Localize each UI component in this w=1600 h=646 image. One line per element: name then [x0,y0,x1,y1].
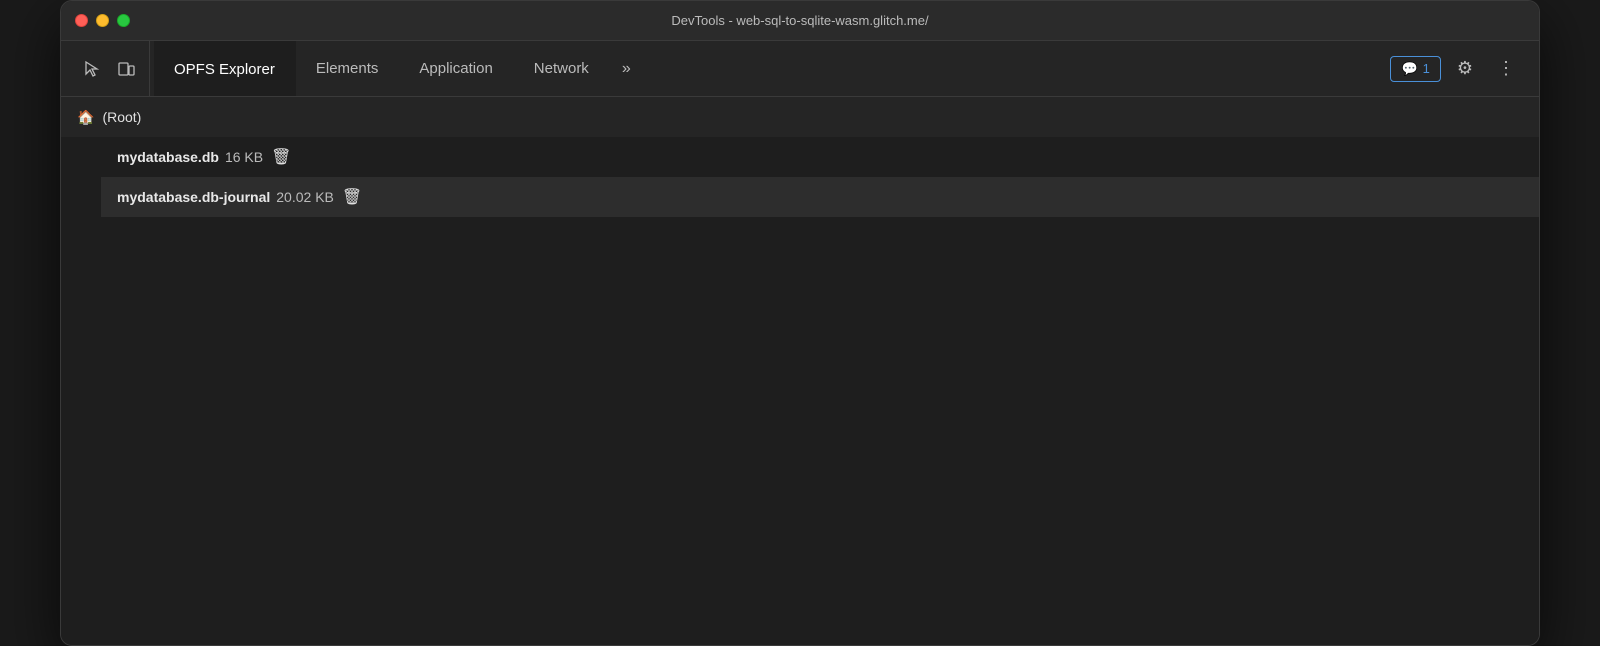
more-options-button[interactable]: ⋮ [1489,52,1523,85]
close-button[interactable] [75,14,88,27]
device-toggle-button[interactable] [111,54,141,84]
file-tree: 🏠 (Root) mydatabase.db 16 KB 🗑 mydatabas… [61,97,1539,217]
title-bar: DevTools - web-sql-to-sqlite-wasm.glitch… [61,1,1539,41]
toolbar-right-controls: 💬 1 ⚙ ⋮ [1390,52,1531,85]
window-title: DevTools - web-sql-to-sqlite-wasm.glitch… [671,13,928,28]
root-folder-icon: 🏠 [77,109,94,126]
tab-opfs-explorer[interactable]: OPFS Explorer [154,41,296,96]
chat-icon: 💬 [1401,61,1417,77]
device-icon [117,60,135,78]
content-area: 🏠 (Root) mydatabase.db 16 KB 🗑 mydatabas… [61,97,1539,645]
tab-application[interactable]: Application [399,41,513,96]
tab-elements[interactable]: Elements [296,41,400,96]
inspect-element-button[interactable] [77,54,107,84]
file-name: mydatabase.db-journal [117,189,270,205]
list-item[interactable]: mydatabase.db-journal 20.02 KB 🗑 [101,177,1539,217]
gear-icon: ⚙ [1457,58,1473,78]
file-name: mydatabase.db [117,149,219,165]
settings-button[interactable]: ⚙ [1449,52,1481,85]
tab-network[interactable]: Network [514,41,610,96]
root-label: (Root) [102,109,141,125]
toolbar-icon-group [69,41,150,96]
devtools-window: DevTools - web-sql-to-sqlite-wasm.glitch… [60,0,1540,646]
more-tabs-button[interactable]: » [610,41,643,96]
minimize-button[interactable] [96,14,109,27]
toolbar: OPFS Explorer Elements Application Netwo… [61,41,1539,97]
traffic-lights [75,14,130,27]
file-size: 20.02 KB [276,189,334,205]
tree-root-row[interactable]: 🏠 (Root) [61,97,1539,137]
maximize-button[interactable] [117,14,130,27]
cursor-icon [83,60,101,78]
delete-file-icon[interactable]: 🗑 [271,147,291,167]
more-icon: ⋮ [1497,58,1515,78]
notifications-button[interactable]: 💬 1 [1390,56,1440,82]
file-size: 16 KB [225,149,263,165]
tab-list: OPFS Explorer Elements Application Netwo… [154,41,1390,96]
list-item[interactable]: mydatabase.db 16 KB 🗑 [101,137,1539,177]
delete-file-icon[interactable]: 🗑 [342,187,362,207]
